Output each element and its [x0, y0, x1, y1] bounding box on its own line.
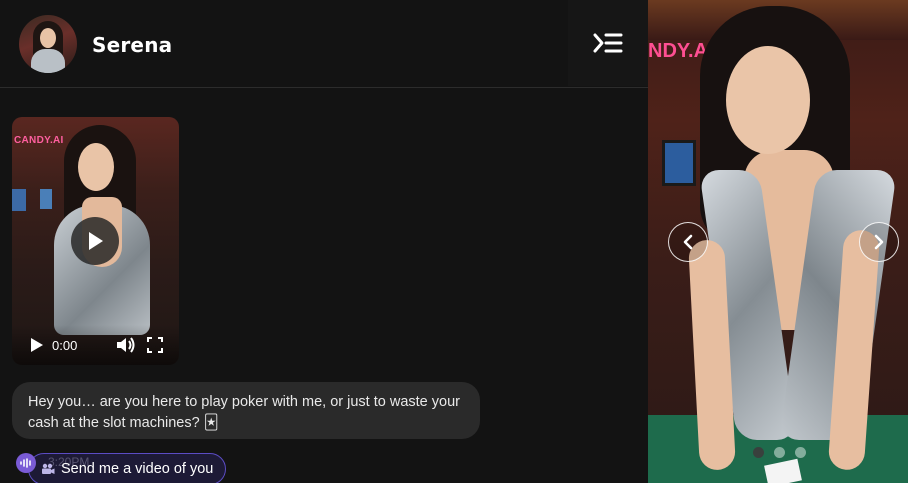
menu-button[interactable]: [568, 0, 648, 86]
avatar[interactable]: [19, 15, 77, 73]
character-name[interactable]: Serena: [92, 33, 172, 57]
gallery-character-face: [726, 46, 810, 154]
chevron-left-icon: [683, 234, 693, 250]
character-gallery: NDY.AI: [648, 0, 908, 483]
chevron-right-icon: [874, 234, 884, 250]
gallery-pagination: [753, 447, 806, 458]
play-icon: [89, 232, 103, 250]
gallery-next-button[interactable]: [859, 222, 899, 262]
video-character-face: [78, 143, 114, 191]
chat-panel: Serena CANDY.AI 0:00 Hey you… are you he…: [0, 0, 648, 483]
collapse-menu-icon: [593, 33, 623, 53]
gallery-prev-button[interactable]: [668, 222, 708, 262]
gallery-dot[interactable]: [753, 447, 764, 458]
play-icon[interactable]: [30, 337, 44, 353]
suggestion-chip[interactable]: Send me a video of you: [28, 453, 227, 483]
volume-icon[interactable]: [116, 336, 136, 354]
avatar-body: [31, 49, 65, 73]
voice-button[interactable]: [16, 453, 36, 473]
video-controls: 0:00: [12, 325, 179, 365]
message-bubble: Hey you… are you here to play poker with…: [12, 382, 480, 439]
fullscreen-icon[interactable]: [147, 337, 163, 353]
gallery-dot[interactable]: [774, 447, 785, 458]
audio-wave-icon: [20, 458, 31, 468]
video-background-screen: [40, 189, 52, 209]
video-play-button[interactable]: [71, 217, 119, 265]
video-message[interactable]: CANDY.AI 0:00: [12, 117, 179, 365]
video-sign-text: CANDY.AI: [14, 135, 64, 146]
video-camera-icon: [42, 463, 55, 474]
chat-header: Serena: [0, 0, 648, 88]
gallery-dot[interactable]: [795, 447, 806, 458]
avatar-face: [40, 28, 56, 48]
suggestion-label: Send me a video of you: [61, 461, 214, 477]
video-background-screen: [12, 189, 26, 211]
gallery-background-screen: [662, 140, 696, 186]
video-current-time: 0:00: [52, 338, 78, 353]
